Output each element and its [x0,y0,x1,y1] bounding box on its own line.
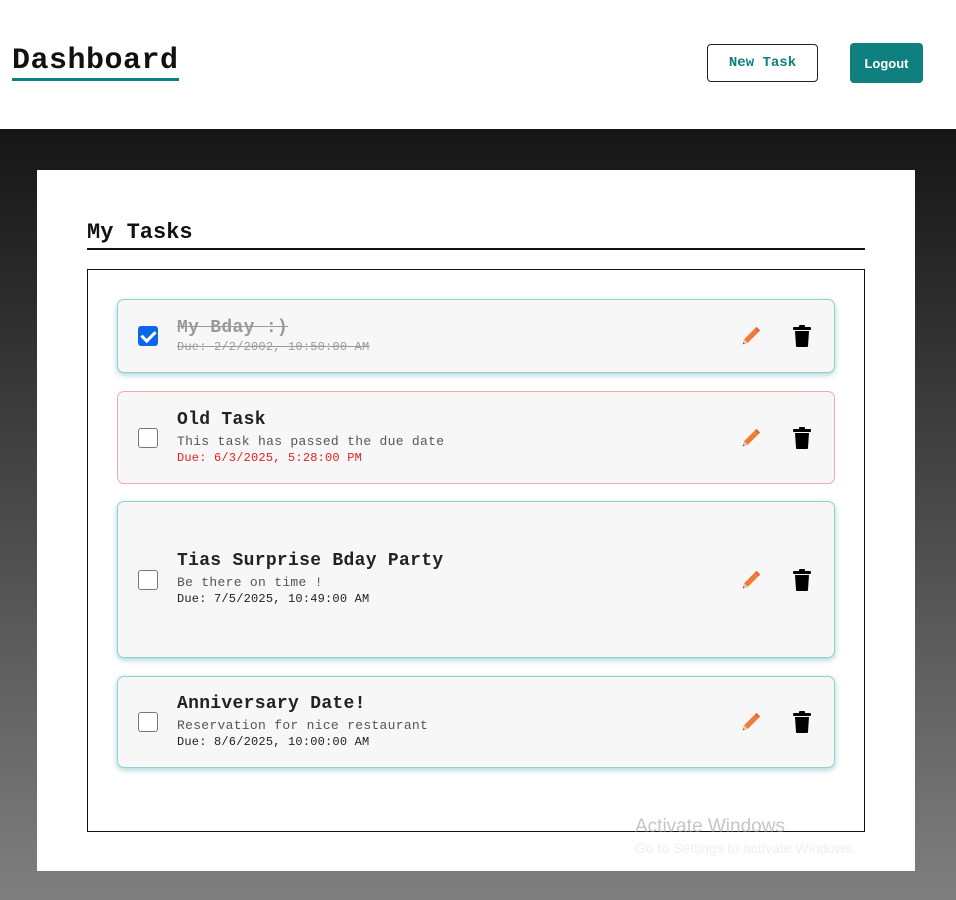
trash-icon[interactable] [793,568,811,591]
watermark-subtitle: Go to Settings to activate Windows. [635,840,856,856]
task-due-date: Due: 7/5/2025, 10:49:00 AM [177,592,370,606]
task-description: This task has passed the due date [177,434,445,449]
pencil-icon[interactable] [740,711,762,733]
task-description: Be there on time ! [177,575,323,590]
pencil-icon[interactable] [740,325,762,347]
task-checkbox[interactable] [138,326,158,346]
task-description: Reservation for nice restaurant [177,718,429,733]
task-title: Anniversary Date! [177,694,366,714]
trash-icon[interactable] [793,711,811,733]
pencil-icon[interactable] [740,427,762,449]
top-navbar: Dashboard New Task Logout [0,0,956,129]
watermark-title: Activate Windows [635,816,785,837]
trash-icon[interactable] [793,426,811,449]
page-title: Dashboard [12,44,179,81]
task-checkbox[interactable] [138,712,158,732]
task-checkbox[interactable] [138,569,158,590]
task-item: Old Task This task has passed the due da… [117,391,835,484]
tasks-panel: My Tasks My Bday :) Due: 2/2/2002, 10:50… [37,170,915,871]
task-checkbox[interactable] [138,427,158,448]
task-list: My Bday :) Due: 2/2/2002, 10:50:00 AM Ol… [87,269,865,832]
task-item: Tias Surprise Bday Party Be there on tim… [117,501,835,658]
task-title: Old Task [177,410,266,430]
task-item: Anniversary Date! Reservation for nice r… [117,676,835,768]
task-title: My Bday :) [177,318,289,338]
task-due-date: Due: 6/3/2025, 5:28:00 PM [177,451,363,465]
pencil-icon[interactable] [740,569,762,591]
task-due-date: Due: 2/2/2002, 10:50:00 AM [177,340,370,354]
trash-icon[interactable] [793,325,811,347]
section-title: My Tasks [87,220,865,250]
task-item: My Bday :) Due: 2/2/2002, 10:50:00 AM [117,299,835,373]
new-task-button[interactable]: New Task [707,44,818,82]
windows-activation-watermark: Activate Windows Go to Settings to activ… [635,816,856,857]
logout-button[interactable]: Logout [850,43,923,83]
task-due-date: Due: 8/6/2025, 10:00:00 AM [177,735,370,749]
task-title: Tias Surprise Bday Party [177,551,444,571]
